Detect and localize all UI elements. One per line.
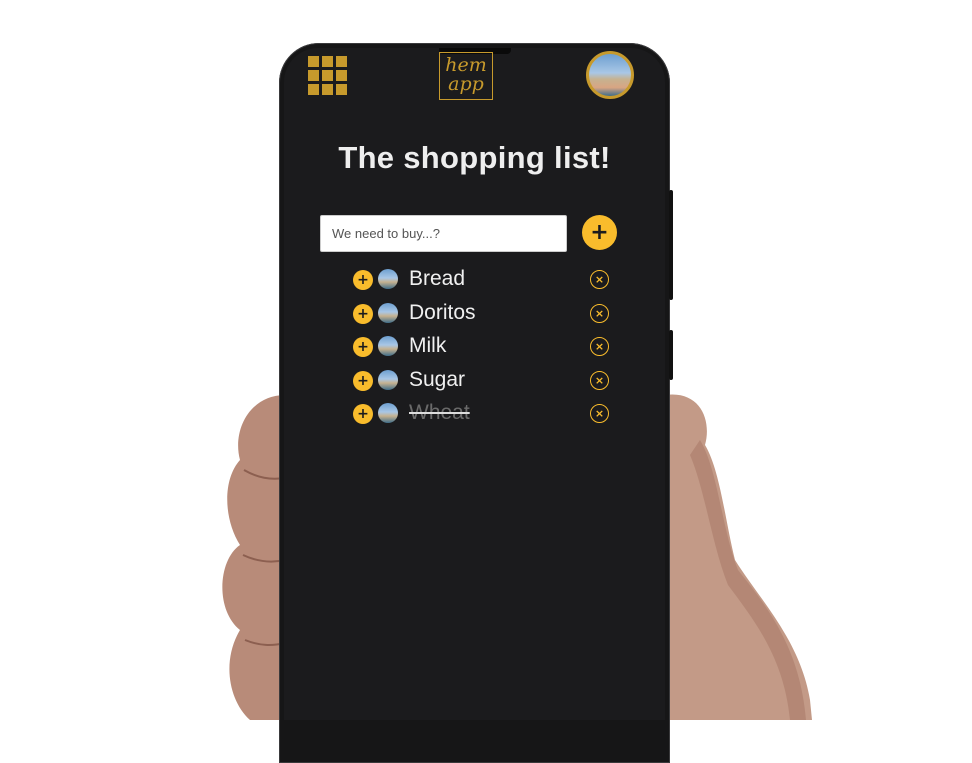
app-screen: hem app The shopping list! + + Bread × +… [284, 48, 665, 720]
plus-icon[interactable]: + [353, 270, 373, 290]
volume-button [669, 330, 673, 380]
avatar [378, 303, 398, 323]
plus-icon[interactable]: + [353, 404, 373, 424]
grid-menu-icon[interactable] [308, 56, 348, 96]
plus-icon[interactable]: + [353, 304, 373, 324]
item-label[interactable]: Bread [409, 264, 465, 294]
item-label[interactable]: Milk [409, 331, 446, 361]
item-input[interactable] [320, 215, 567, 252]
plus-icon[interactable]: + [353, 337, 373, 357]
close-circle-icon[interactable]: × [590, 304, 609, 323]
list-item: + Sugar × [284, 364, 665, 394]
item-label-completed[interactable]: Wheat [409, 398, 470, 428]
list-item: + Bread × [284, 263, 665, 293]
item-label[interactable]: Doritos [409, 298, 476, 328]
logo-line-2: app [448, 73, 484, 95]
page-title: The shopping list! [338, 140, 611, 175]
avatar [378, 370, 398, 390]
avatar [378, 336, 398, 356]
close-circle-icon[interactable]: × [590, 337, 609, 356]
app-logo: hem app [439, 52, 493, 100]
plus-icon[interactable]: + [353, 371, 373, 391]
profile-avatar[interactable] [586, 51, 634, 99]
avatar [378, 403, 398, 423]
close-circle-icon[interactable]: × [590, 371, 609, 390]
item-label[interactable]: Sugar [409, 365, 465, 395]
list-item: + Wheat × [284, 397, 665, 427]
close-circle-icon[interactable]: × [590, 404, 609, 423]
list-item: + Milk × [284, 330, 665, 360]
list-item: + Doritos × [284, 297, 665, 327]
close-circle-icon[interactable]: × [590, 270, 609, 289]
avatar [378, 269, 398, 289]
power-button [669, 190, 673, 300]
add-item-button[interactable]: + [582, 215, 617, 250]
